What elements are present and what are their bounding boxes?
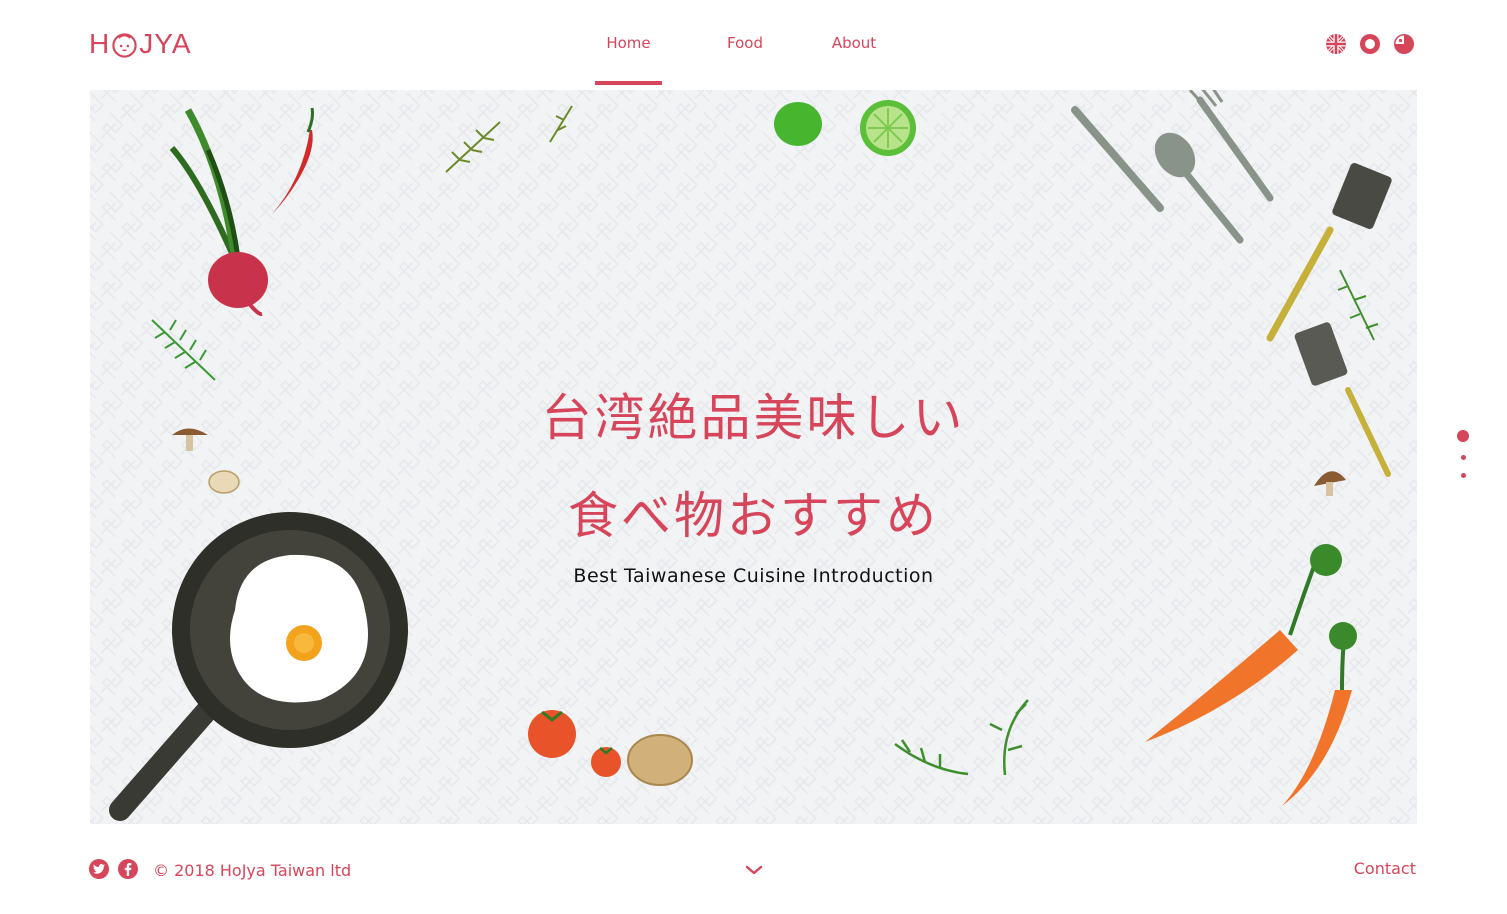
radish-illustration	[169, 108, 268, 317]
lime-illustration	[774, 100, 916, 156]
chevron-down-icon[interactable]	[744, 862, 764, 876]
pager-dot-3[interactable]	[1460, 473, 1466, 478]
frying-pan-illustration	[109, 512, 408, 821]
facebook-icon[interactable]	[118, 859, 138, 879]
cutlery-illustration	[1071, 90, 1274, 244]
hero-subtitle: Best Taiwanese Cuisine Introduction	[573, 565, 934, 587]
nav-item-label: Food	[727, 34, 763, 52]
main-nav: Home Food About	[595, 0, 884, 86]
hero-section: 台湾絶品美味しい 食べ物おすすめ Best Taiwanese Cuisine …	[90, 90, 1417, 824]
herb-sprig-illustration	[151, 319, 216, 381]
chili-pepper-illustration	[272, 130, 313, 214]
nav-item-about[interactable]: About	[824, 0, 884, 86]
site-header: H JYA Home Food About	[0, 0, 1507, 90]
logo[interactable]: H JYA	[89, 28, 192, 60]
pager-dot-1[interactable]	[1457, 430, 1469, 442]
copyright-text: © 2018 HoJya Taiwan ltd	[153, 861, 352, 880]
social-links	[89, 859, 138, 879]
herb-sprig-illustration	[445, 105, 573, 173]
site-footer: © 2018 HoJya Taiwan ltd Contact	[0, 824, 1507, 914]
pager-dot-2[interactable]	[1460, 455, 1466, 460]
logo-text-left: H	[89, 28, 111, 59]
pie-chart-icon[interactable]	[1393, 33, 1415, 55]
section-pager	[1456, 430, 1470, 478]
nav-item-label: Home	[606, 34, 651, 52]
logo-face-icon	[112, 32, 137, 58]
twitter-icon[interactable]	[89, 859, 109, 879]
hero-title-line-2: 食べ物おすすめ	[568, 487, 939, 545]
header-icons	[1325, 33, 1415, 55]
herb-sprig-illustration	[894, 699, 1029, 776]
language-flag-icon[interactable]	[1325, 33, 1347, 55]
hero-title-line-1: 台湾絶品美味しい	[541, 389, 966, 447]
record-icon[interactable]	[1359, 33, 1381, 55]
tomato-illustration	[528, 710, 621, 777]
nav-item-label: About	[831, 34, 877, 52]
contact-link[interactable]: Contact	[1354, 859, 1416, 878]
logo-text-right: JYA	[139, 28, 192, 59]
potato-illustration	[627, 734, 693, 786]
nav-item-food[interactable]: Food	[718, 0, 772, 86]
active-nav-indicator	[595, 81, 662, 85]
herb-sprig-illustration	[1337, 269, 1379, 341]
nav-item-home[interactable]: Home	[595, 0, 662, 86]
